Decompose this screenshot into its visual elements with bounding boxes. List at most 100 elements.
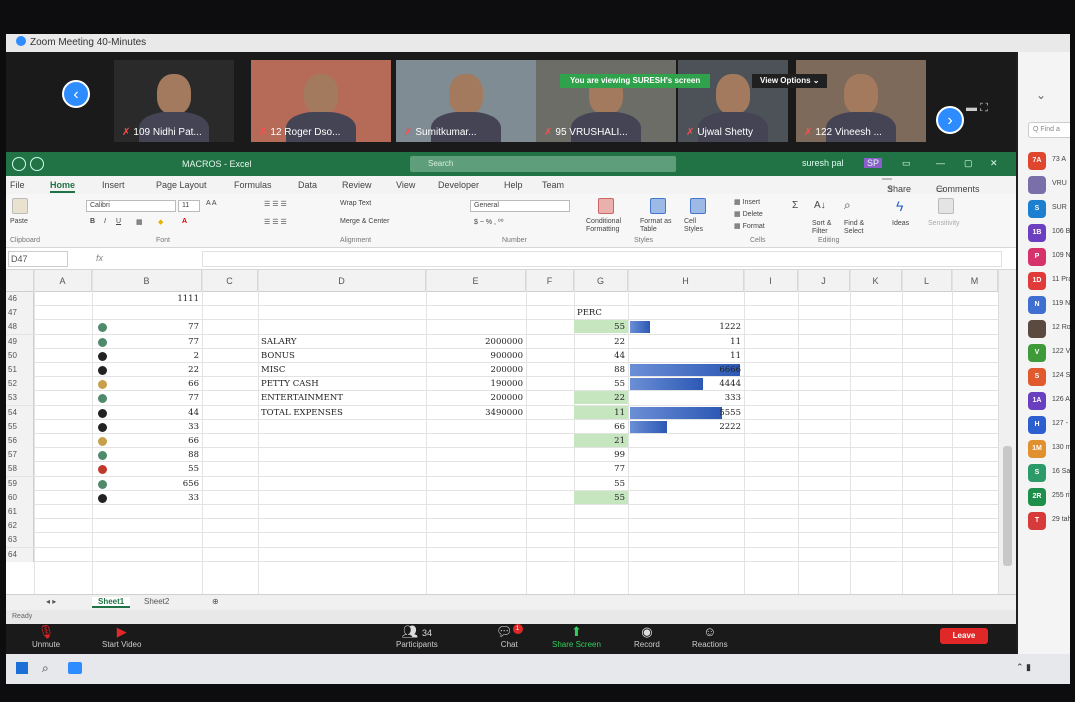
windows-start-icon[interactable] [16,662,28,674]
cell-h[interactable] [628,292,744,306]
cell-e[interactable] [426,519,526,533]
column-header-c[interactable]: C [202,270,258,292]
cell-b[interactable] [92,306,202,320]
wrap-text-button[interactable]: Wrap Text [340,200,371,207]
grow-font-icon[interactable]: A A [206,200,217,207]
row-header[interactable]: 62 [6,519,34,534]
cell-g[interactable]: 22 [574,335,628,349]
cell-e[interactable] [426,505,526,519]
participant-list-item[interactable]: H 127 - H [1028,416,1070,434]
column-header-l[interactable]: L [902,270,952,292]
cell-e[interactable] [426,448,526,462]
cell-g[interactable]: 55 [574,477,628,491]
cell-g[interactable]: 66 [574,420,628,434]
tab-team[interactable]: Team [542,180,564,190]
cell-d[interactable] [258,448,426,462]
cell-h[interactable] [628,548,744,562]
cell-d[interactable] [258,420,426,434]
cell-e[interactable] [426,477,526,491]
tab-formulas[interactable]: Formulas [234,180,272,190]
row-header[interactable]: 61 [6,505,34,519]
column-header-d[interactable]: D [258,270,426,292]
sort-filter-icon[interactable]: A↓ [814,200,826,211]
format-table-icon[interactable] [650,198,666,214]
cell-g[interactable]: 44 [574,349,628,363]
sheet-nav-icon[interactable]: ◂ ▸ [46,597,56,606]
share-button[interactable]: ⇧ Share [882,178,911,194]
ideas-icon[interactable]: ϟ [896,198,903,214]
leave-button[interactable]: Leave [940,628,988,644]
cell-e[interactable]: 3490000 [426,406,526,420]
share-screen-button[interactable]: ⬆ Share Screen [552,624,601,649]
row-header[interactable]: 46 [6,292,34,306]
user-avatar[interactable]: SP [864,158,883,168]
cell-b[interactable]: 77 [92,391,202,405]
cell-h[interactable] [628,462,744,476]
participant-list-item[interactable]: VRU [1028,176,1070,194]
cell-e[interactable] [426,434,526,448]
participant-list-item[interactable]: 1B 106 B [1028,224,1070,242]
cell-h[interactable] [628,533,744,547]
merge-center-button[interactable]: Merge & Center [340,218,389,225]
row-header[interactable]: 57 [6,448,34,463]
border-icon[interactable]: ▦ [136,218,143,226]
row-header[interactable]: 64 [6,547,34,562]
tab-home[interactable]: Home [50,180,76,193]
find-select-button[interactable]: Find & Select [844,220,874,236]
cell-b[interactable]: 33 [92,420,202,434]
fx-icon[interactable]: fx [96,253,103,263]
participant-list-item[interactable]: N 119 N [1028,296,1070,314]
participant-tile-1[interactable]: ✗ 109 Nidhi Pat... [114,60,234,142]
cell-h[interactable] [628,448,744,462]
reactions-button[interactable]: ☺ Reactions [692,624,728,649]
cell-b[interactable]: 66 [92,377,202,391]
cell-h[interactable] [628,306,744,320]
cell-d[interactable] [258,462,426,476]
gallery-prev-button[interactable]: ‹ [62,80,90,108]
unmute-button[interactable]: 🎙︎ Unmute [32,624,60,649]
cell-h[interactable]: 1222 [628,320,744,334]
tab-insert[interactable]: Insert [102,180,125,190]
cell-h[interactable]: 333 [628,391,744,405]
cell-e[interactable]: 200000 [426,363,526,377]
row-header[interactable]: 54 [6,405,34,420]
cell-h[interactable] [628,434,744,448]
cell-g[interactable]: 88 [574,363,628,377]
cell-e[interactable] [426,306,526,320]
cell-b[interactable]: 66 [92,434,202,448]
row-header[interactable]: 56 [6,434,34,448]
cell-b[interactable]: 1111 [92,292,202,306]
cell-h[interactable]: 6666 [628,363,744,377]
paste-label[interactable]: Paste [10,218,28,225]
column-header-f[interactable]: F [526,270,574,292]
cell-b[interactable]: 44 [92,406,202,420]
format-cells-button[interactable]: ▦ Format [734,222,765,230]
gallery-next-button[interactable]: › [936,106,964,134]
find-select-icon[interactable]: ⌕ [844,198,851,213]
cell-d[interactable]: BONUS [258,349,426,363]
bold-icon[interactable]: B [90,218,95,225]
column-header-b[interactable]: B [92,270,202,292]
start-video-button[interactable]: ▶ Start Video [102,624,141,649]
cell-b[interactable]: 77 [92,320,202,334]
cell-d[interactable] [258,434,426,448]
participant-tile-5[interactable]: ✗ Ujwal Shetty [678,60,788,142]
column-header-g[interactable]: G [574,270,628,292]
sheet-tab-1[interactable]: Sheet1 [92,597,131,608]
ideas-button[interactable]: Ideas [892,220,909,227]
add-sheet-icon[interactable]: ⊕ [212,597,219,606]
number-format-select[interactable]: General [470,200,570,212]
column-header-k[interactable]: K [850,270,902,292]
cell-e[interactable]: 900000 [426,349,526,363]
cell-h[interactable]: 11 [628,335,744,349]
record-button[interactable]: ◉ Record [634,624,660,649]
cell-b[interactable] [92,519,202,533]
delete-cells-button[interactable]: ▦ Delete [734,210,763,218]
select-all-corner[interactable] [6,270,34,292]
font-size-select[interactable]: 11 [178,200,200,212]
participant-search-input[interactable]: Q Find a [1028,122,1070,138]
system-tray[interactable]: ⌃ ▮ [1016,662,1031,673]
cell-b[interactable]: 88 [92,448,202,462]
currency-icon[interactable]: $ ~ % , ⁰⁰ [474,218,504,226]
row-header[interactable]: 47 [6,306,34,321]
